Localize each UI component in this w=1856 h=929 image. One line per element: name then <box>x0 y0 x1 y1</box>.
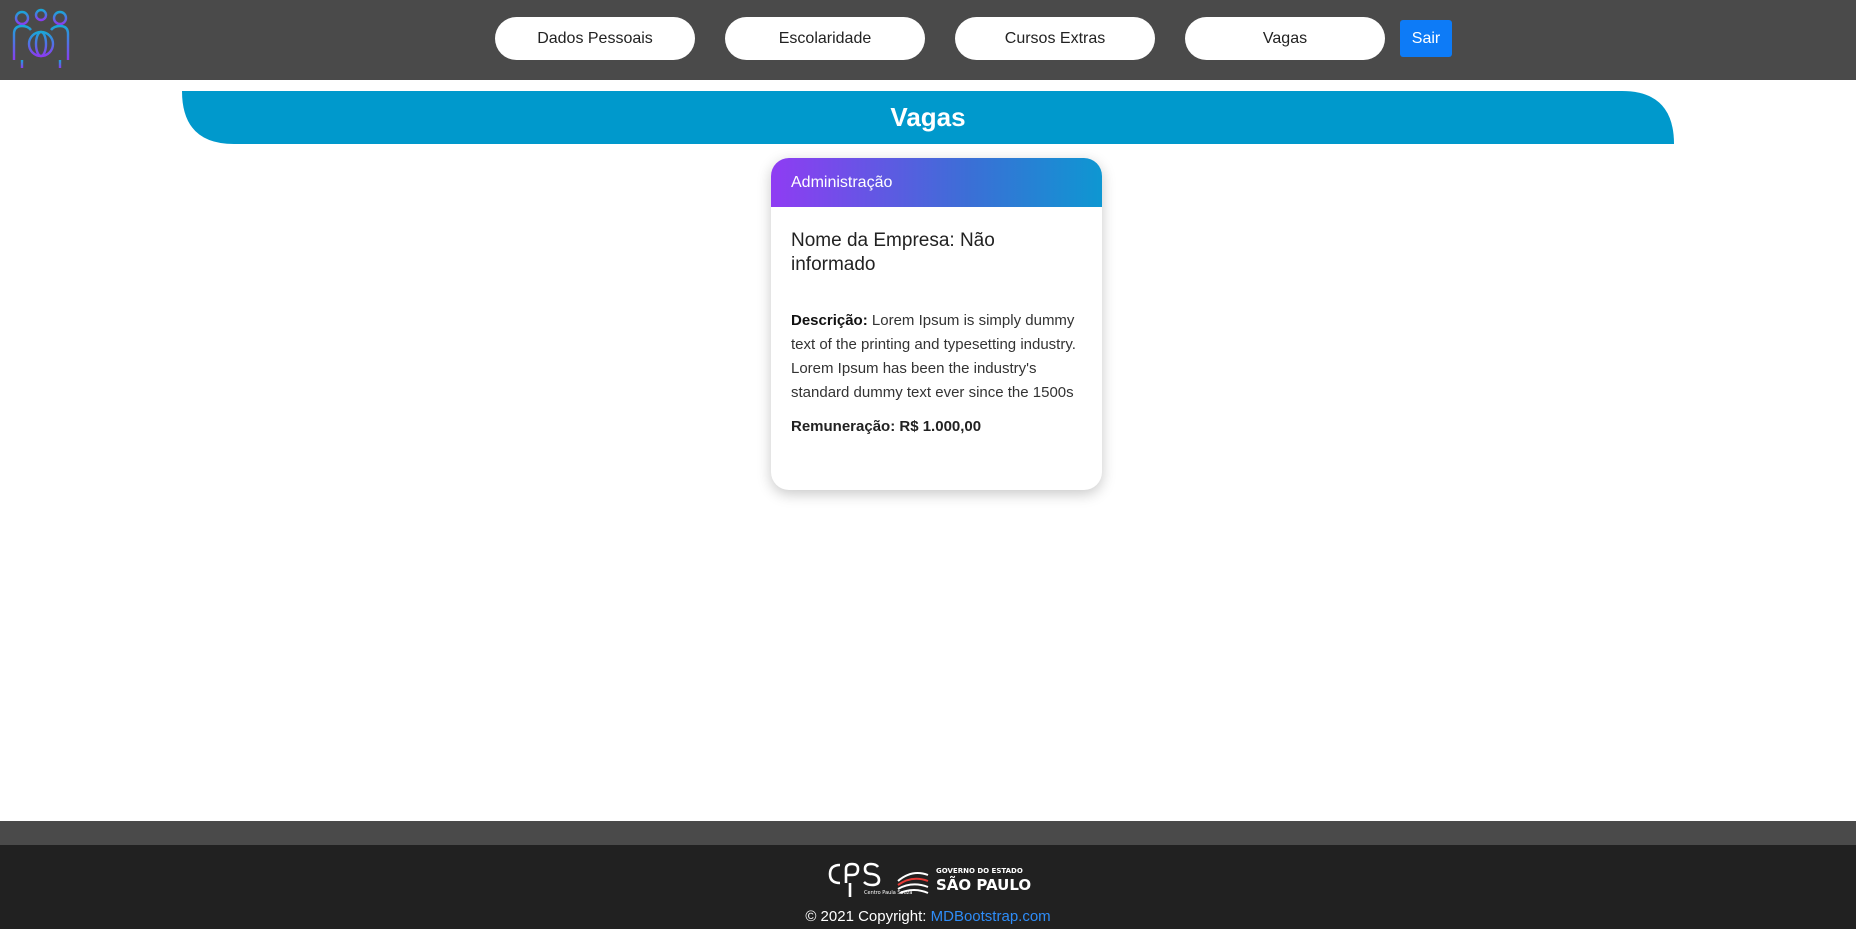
nav-item-label: Vagas <box>1262 29 1308 47</box>
nav-item-label: Dados Pessoais <box>537 29 653 47</box>
logo-icon[interactable] <box>12 8 70 70</box>
job-category-label: Administração <box>791 173 893 191</box>
top-navbar: Dados Pessoais Escolaridade Cursos Extra… <box>0 0 1856 80</box>
footer-logos: Centro Paula Souza GOVERNO DO ESTADO SÃO… <box>828 862 1031 897</box>
footer: Centro Paula Souza GOVERNO DO ESTADO SÃO… <box>0 845 1856 929</box>
sp-top-text: GOVERNO DO ESTADO <box>936 867 1023 875</box>
nav-cursos-extras[interactable]: Cursos Extras <box>955 17 1155 60</box>
nav-item-label: Cursos Extras <box>1004 29 1106 47</box>
job-description: Descrição: Lorem Ipsum is simply dummy t… <box>791 309 1082 405</box>
copyright-text: © 2021 Copyright: <box>805 908 931 925</box>
logout-label: Sair <box>1411 29 1441 47</box>
job-category: Administração <box>771 158 1102 207</box>
job-card-body: Nome da Empresa: Não informado Descrição… <box>771 207 1102 435</box>
job-card[interactable]: Administração Nome da Empresa: Não infor… <box>771 158 1102 490</box>
logout-button[interactable]: Sair <box>1400 20 1452 57</box>
sp-main-text: SÃO PAULO <box>936 875 1031 894</box>
job-salary: Remuneração: R$ 1.000,00 <box>791 418 982 435</box>
company-name: Nome da Empresa: Não informado <box>791 230 995 275</box>
copyright: © 2021 Copyright: MDBootstrap.com <box>0 908 1856 925</box>
nav-escolaridade[interactable]: Escolaridade <box>725 17 925 60</box>
nav-dados-pessoais[interactable]: Dados Pessoais <box>495 17 695 60</box>
copyright-link[interactable]: MDBootstrap.com <box>931 908 1051 925</box>
section-title: Vagas <box>890 102 966 132</box>
description-label: Descrição: <box>791 312 868 329</box>
nav-vagas[interactable]: Vagas <box>1185 17 1385 60</box>
nav-item-label: Escolaridade <box>778 29 872 47</box>
footer-strip <box>0 821 1856 845</box>
